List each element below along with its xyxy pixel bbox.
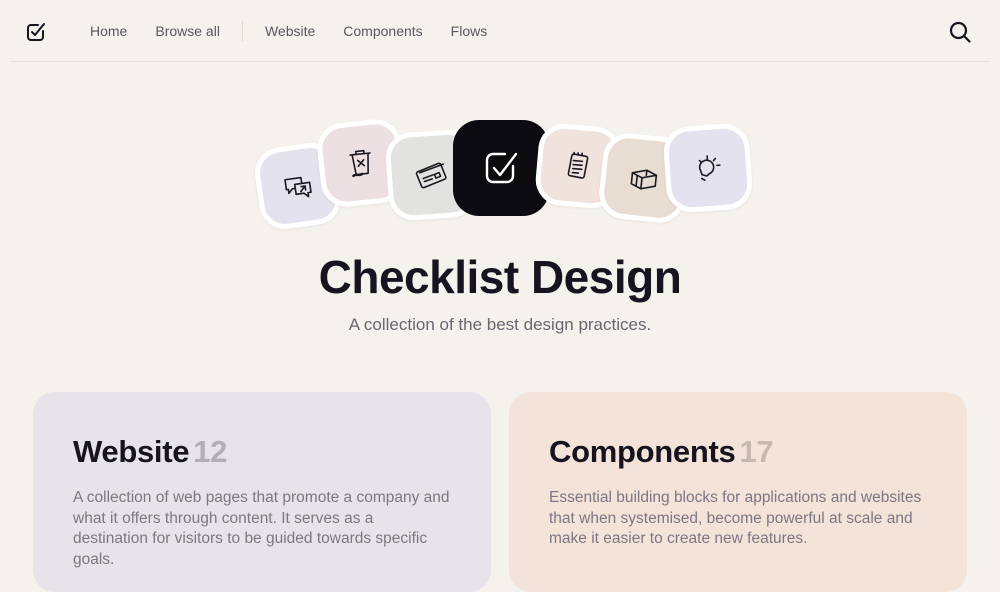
trash-x-icon bbox=[349, 149, 371, 178]
card-description: A collection of web pages that promote a… bbox=[73, 489, 450, 568]
page-title: Checklist Design bbox=[318, 251, 682, 303]
nav-separator bbox=[241, 21, 243, 41]
tile-checkbox-main bbox=[453, 120, 549, 216]
chat-share-icon bbox=[284, 176, 312, 198]
nav-flows[interactable]: Flows bbox=[451, 23, 488, 39]
card-icon bbox=[415, 162, 447, 189]
card-title-text: Website bbox=[73, 434, 190, 469]
nav-components[interactable]: Components bbox=[343, 23, 422, 39]
nav-divider bbox=[10, 61, 990, 62]
page-subtitle: A collection of the best design practice… bbox=[348, 315, 652, 334]
card-title-text: Components bbox=[549, 434, 736, 469]
card-count: 12 bbox=[193, 434, 228, 469]
checkbox-logo-icon[interactable] bbox=[24, 20, 48, 44]
nav-home[interactable]: Home bbox=[90, 23, 127, 39]
nav-links: Home Browse all Website Components Flows bbox=[90, 0, 515, 62]
box-icon bbox=[630, 169, 658, 190]
top-nav: Home Browse all Website Components Flows bbox=[0, 0, 1000, 62]
nav-browse-all[interactable]: Browse all bbox=[155, 23, 220, 39]
notepad-icon bbox=[567, 151, 589, 179]
category-card-website[interactable]: Website 12 A collection of web pages that… bbox=[33, 392, 491, 592]
lightbulb-icon bbox=[698, 155, 721, 182]
card-description: Essential building blocks for applicatio… bbox=[549, 489, 922, 547]
card-title: Website 12 bbox=[73, 434, 451, 470]
checkbox-icon bbox=[485, 152, 518, 184]
hero-icon-cluster bbox=[251, 115, 755, 235]
search-icon[interactable] bbox=[948, 20, 972, 44]
nav-website[interactable]: Website bbox=[265, 23, 315, 39]
card-title: Components 17 bbox=[549, 434, 927, 470]
tile-lightbulb bbox=[662, 122, 754, 214]
category-card-components[interactable]: Components 17 Essential building blocks f… bbox=[509, 392, 967, 592]
card-count: 17 bbox=[739, 434, 774, 469]
